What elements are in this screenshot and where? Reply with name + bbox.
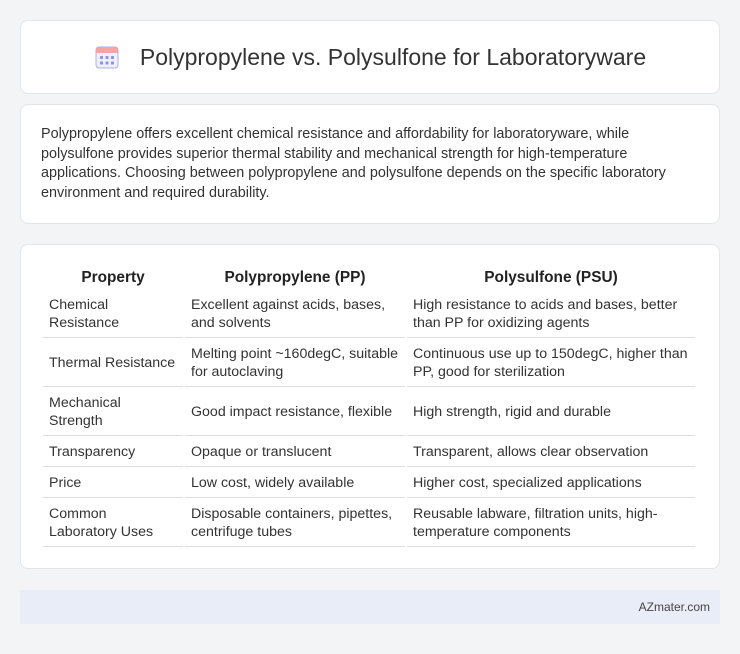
cell-pp: Disposable containers, pipettes, centrif… (185, 500, 405, 547)
table-row: Transparency Opaque or translucent Trans… (43, 438, 695, 467)
intro-paragraph: Polypropylene offers excellent chemical … (41, 126, 666, 201)
table-row: Common Laboratory Uses Disposable contai… (43, 500, 695, 547)
cell-pp: Opaque or translucent (185, 438, 405, 467)
cell-property: Price (43, 469, 183, 498)
table-row: Mechanical Strength Good impact resistan… (43, 389, 695, 436)
title-card: Polypropylene vs. Polysulfone for Labora… (20, 20, 720, 94)
cell-property: Transparency (43, 438, 183, 467)
header-polysulfone: Polysulfone (PSU) (484, 269, 618, 286)
cell-psu: High strength, rigid and durable (407, 389, 695, 436)
header-polypropylene: Polypropylene (PP) (224, 269, 366, 286)
cell-pp: Good impact resistance, flexible (185, 389, 405, 436)
page-title: Polypropylene vs. Polysulfone for Labora… (139, 43, 647, 70)
cell-psu: Higher cost, specialized applications (407, 469, 695, 498)
table-header-row: Property Polypropylene (PP) Polysulfone … (43, 265, 695, 289)
comparison-table: Property Polypropylene (PP) Polysulfone … (41, 263, 697, 549)
cell-pp: Low cost, widely available (185, 469, 405, 498)
cell-pp: Melting point ~160degC, suitable for aut… (185, 340, 405, 387)
comparison-card: Property Polypropylene (PP) Polysulfone … (20, 244, 720, 569)
header-property: Property (81, 269, 145, 286)
cell-psu: Reusable labware, filtration units, high… (407, 500, 695, 547)
table-row: Price Low cost, widely available Higher … (43, 469, 695, 498)
cell-pp: Excellent against acids, bases, and solv… (185, 291, 405, 338)
cell-psu: Transparent, allows clear observation (407, 438, 695, 467)
footer-brand: AZmater.com (638, 600, 710, 614)
calendar-icon (94, 44, 120, 70)
footer-bar: AZmater.com (20, 590, 720, 624)
cell-psu: Continuous use up to 150degC, higher tha… (407, 340, 695, 387)
cell-property: Thermal Resistance (43, 340, 183, 387)
cell-property: Chemical Resistance (43, 291, 183, 338)
cell-psu: High resistance to acids and bases, bett… (407, 291, 695, 338)
cell-property: Mechanical Strength (43, 389, 183, 436)
table-row: Thermal Resistance Melting point ~160deg… (43, 340, 695, 387)
cell-property: Common Laboratory Uses (43, 500, 183, 547)
intro-card: Polypropylene offers excellent chemical … (20, 104, 720, 224)
table-row: Chemical Resistance Excellent against ac… (43, 291, 695, 338)
